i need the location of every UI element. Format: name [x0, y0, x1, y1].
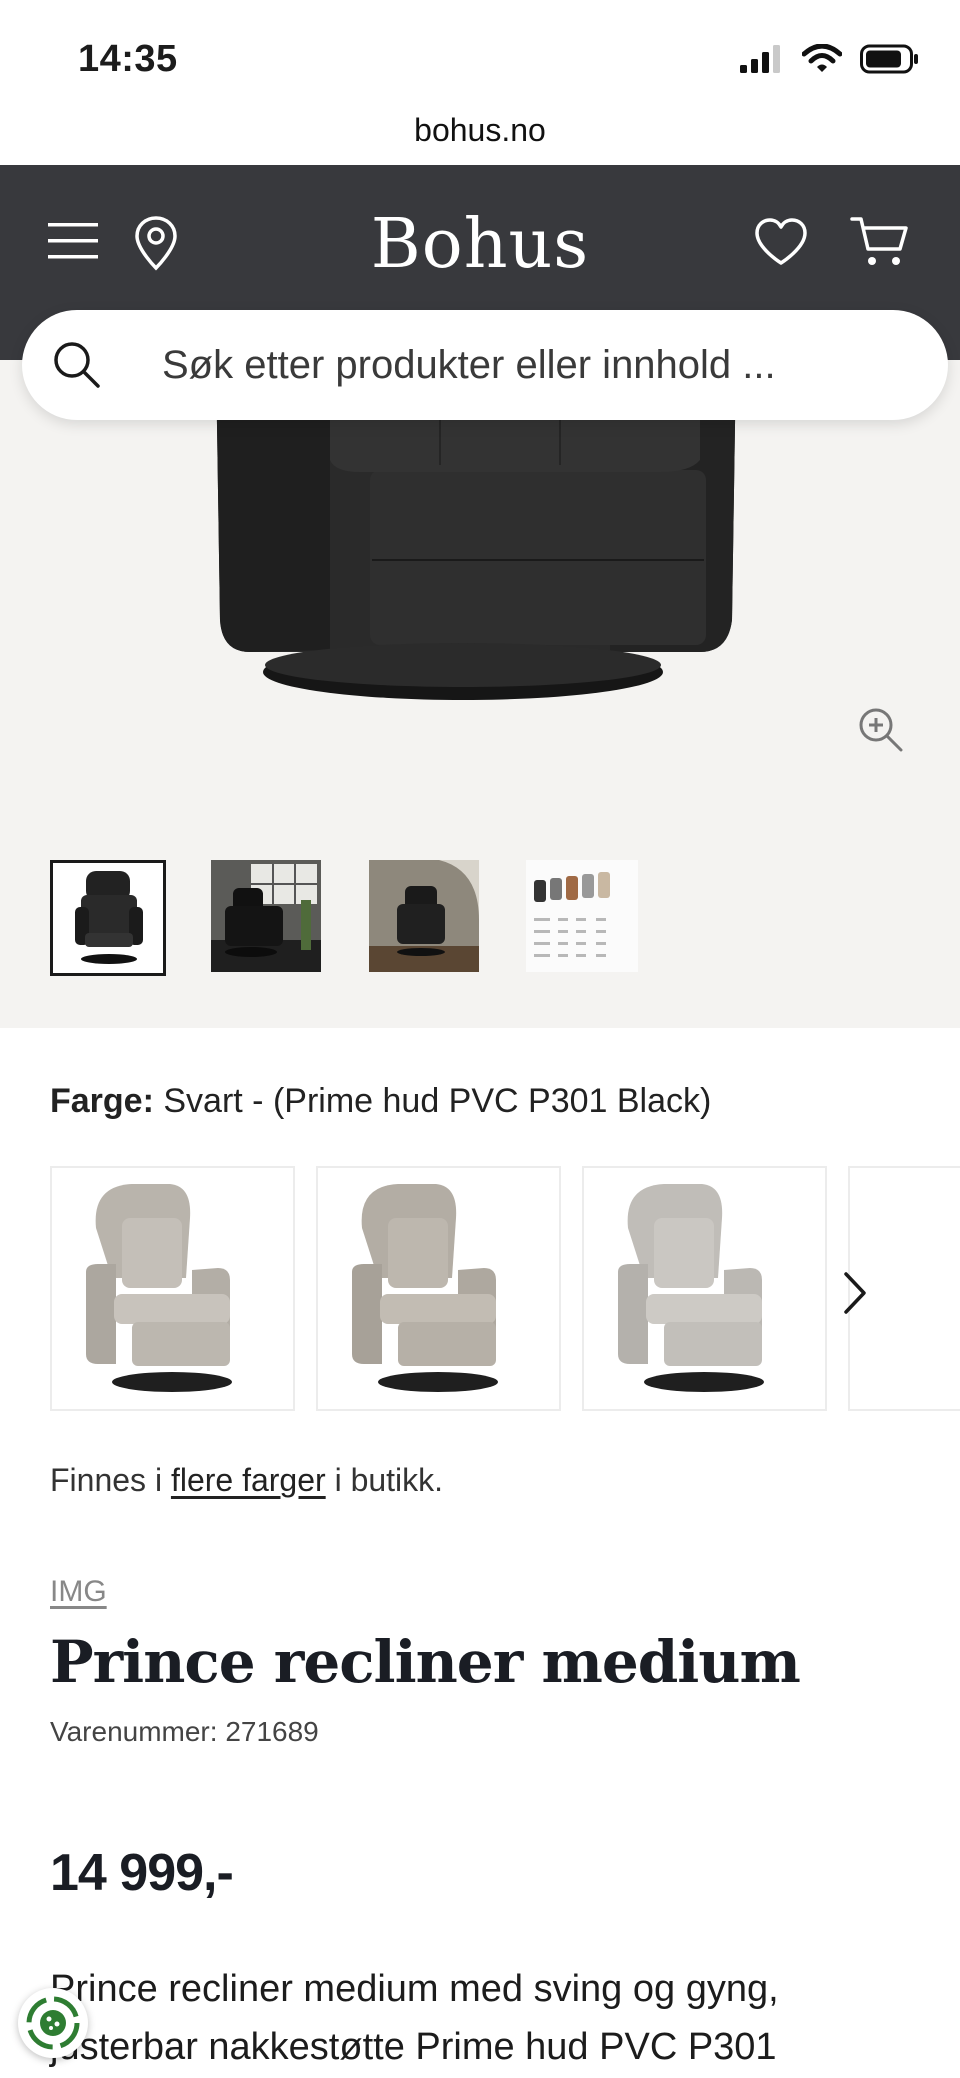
- product-gallery[interactable]: [0, 360, 960, 1028]
- color-label-row: Farge: Svart - (Prime hud PVC P301 Black…: [50, 1082, 711, 1121]
- search-icon: [54, 342, 100, 388]
- more-colors-link[interactable]: flere farger: [171, 1462, 326, 1498]
- thumbnail-chair-black-image: [75, 871, 143, 964]
- color-swatch-carousel: [50, 1166, 960, 1411]
- wifi-icon: [802, 44, 842, 72]
- thumbnail-3[interactable]: [369, 860, 479, 972]
- availability-note: Finnes i flere farger i butikk.: [50, 1462, 443, 1499]
- heart-icon[interactable]: [754, 217, 808, 267]
- search-input[interactable]: [162, 310, 922, 420]
- swatch-chair-taupe-image: [352, 1184, 498, 1392]
- search-bar[interactable]: [22, 310, 948, 420]
- cookie-settings-button[interactable]: [18, 1988, 88, 2058]
- swatch-chair-grey-image: [86, 1184, 232, 1392]
- description-line: justerbar nakkestøtte Prime hud PVC P301: [50, 2026, 777, 2068]
- color-value: Svart - (Prime hud PVC P301 Black): [163, 1082, 712, 1120]
- thumbnail-2[interactable]: [211, 860, 321, 972]
- cookie-icon: [26, 1996, 80, 2050]
- status-bar: 14:35 bohus.no: [0, 0, 960, 148]
- swatch-chair-lightgrey-image: [618, 1184, 764, 1392]
- signal-icon: [740, 45, 780, 73]
- color-label: Farge:: [50, 1082, 154, 1120]
- thumbnail-1[interactable]: [50, 860, 166, 976]
- site-logo[interactable]: Bohus: [0, 205, 960, 284]
- thumbnail-catalog-page-image: [526, 860, 638, 972]
- color-swatch[interactable]: [316, 1166, 561, 1411]
- thumbnail-wall-scene-image: [369, 860, 479, 972]
- battery-icon: [860, 44, 918, 74]
- address-bar-url[interactable]: bohus.no: [0, 112, 960, 149]
- color-swatch[interactable]: [50, 1166, 295, 1411]
- product-title: Prince recliner medium: [50, 1628, 801, 1696]
- description-line: Prince recliner medium med sving og gyng…: [50, 1968, 779, 2010]
- product-description: Prince recliner medium med sving og gyng…: [50, 1960, 930, 2076]
- status-time: 14:35: [78, 38, 178, 80]
- zoom-in-icon[interactable]: [858, 707, 904, 753]
- thumbnail-room-scene-image: [211, 860, 321, 972]
- cart-icon[interactable]: [850, 215, 910, 269]
- product-sku: Varenummer: 271689: [50, 1716, 319, 1747]
- brand-link[interactable]: IMG: [50, 1575, 107, 1609]
- color-swatch[interactable]: [582, 1166, 827, 1411]
- availability-suffix: i butikk.: [325, 1462, 444, 1498]
- thumbnail-4[interactable]: [526, 860, 638, 972]
- chevron-right-icon[interactable]: [838, 1268, 872, 1318]
- product-price: 14 999,-: [50, 1844, 234, 1902]
- availability-prefix: Finnes i: [50, 1462, 171, 1498]
- status-icons: [740, 44, 920, 74]
